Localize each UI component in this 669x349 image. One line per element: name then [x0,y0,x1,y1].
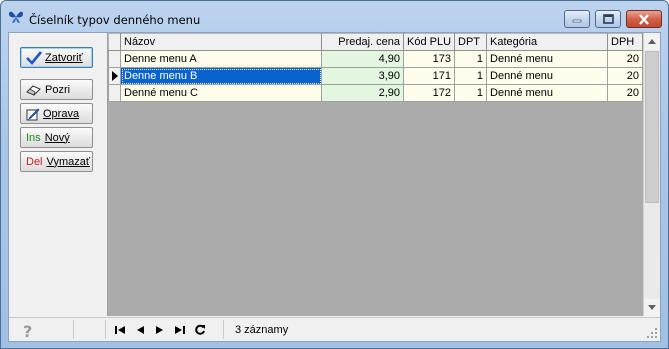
prev-record-button[interactable] [133,323,147,337]
edit-pencil-icon [26,107,40,121]
menu-types-table: Názov Predaj. cena Kód PLU DPT Kategória… [108,33,644,102]
maximize-icon [602,14,614,24]
cell-category[interactable]: Denné menu [486,50,609,68]
close-button[interactable]: Zatvoriť [20,47,93,68]
cell-name[interactable]: Denne menu A [120,50,322,68]
cell-dpt[interactable]: 1 [454,84,488,102]
refresh-icon [195,324,205,335]
next-record-icon [156,326,163,334]
status-bar: ? 3 záznamy [9,317,660,341]
checkmark-icon [26,50,42,65]
vertical-scrollbar[interactable] [643,33,660,316]
new-button-label: Nový [44,131,70,144]
cell-category[interactable]: Denné menu [486,84,609,102]
minimize-icon [572,19,582,23]
scroll-down-icon [648,305,656,310]
column-header-name[interactable]: Názov [120,33,322,51]
row-indicator [108,50,121,68]
close-window-button[interactable] [626,10,662,28]
row-pointer-icon [111,71,118,81]
delete-button-label: Vymazať [46,155,90,168]
cell-plu[interactable]: 171 [402,67,456,85]
column-header-dpt[interactable]: DPT [454,33,488,51]
delete-button[interactable]: Del Vymazať [20,151,93,172]
view-button-label: Pozri [45,83,71,96]
minimize-button[interactable] [564,10,590,28]
cell-price[interactable]: 2,90 [321,84,404,102]
last-record-icon [175,326,185,334]
cell-vat[interactable]: 20 [607,84,644,102]
close-button-label: Zatvoriť [45,51,83,64]
cell-vat[interactable]: 20 [607,67,644,85]
close-icon [639,13,649,25]
scroll-thumb[interactable] [645,51,659,203]
ins-shortcut-label: Ins [26,131,41,144]
row-indicator [108,84,121,102]
cell-dpt[interactable]: 1 [454,67,488,85]
header-row: Názov Predaj. cena Kód PLU DPT Kategória… [108,33,644,51]
help-icon[interactable]: ? [23,322,32,341]
view-button[interactable]: Pozri [20,79,93,100]
table-row-selected[interactable]: Denne menu B 3,90 171 1 Denné menu 20 [108,67,644,85]
maximize-button[interactable] [595,10,621,28]
title-bar[interactable]: Číselník typov denného menu [1,1,668,31]
del-shortcut-label: Del [26,155,43,168]
cell-category[interactable]: Denné menu [486,67,609,85]
status-separator [105,320,106,339]
cell-vat[interactable]: 20 [607,50,644,68]
prev-record-icon [137,326,144,334]
first-record-button[interactable] [113,323,127,337]
window-title: Číselník typov denného menu [29,13,201,27]
cell-price[interactable]: 3,90 [321,67,404,85]
new-button[interactable]: Ins Nový [20,127,93,148]
cell-plu[interactable]: 173 [402,50,456,68]
butterfly-icon [9,11,23,23]
next-record-button[interactable] [153,323,167,337]
current-row-indicator [108,67,121,85]
column-header-price[interactable]: Predaj. cena [321,33,404,51]
cell-price[interactable]: 4,90 [321,50,404,68]
column-header-category[interactable]: Kategória [486,33,609,51]
row-indicator-header [108,33,121,51]
edit-button-label: Oprava [43,107,80,120]
cell-dpt[interactable]: 1 [454,50,488,68]
data-grid[interactable]: Názov Predaj. cena Kód PLU DPT Kategória… [107,33,660,316]
column-header-plu[interactable]: Kód PLU [402,33,456,51]
cell-name[interactable]: Denné menu C [120,84,322,102]
status-separator [223,320,224,339]
last-record-button[interactable] [173,323,187,337]
edit-button[interactable]: Oprava [20,103,93,124]
cell-plu[interactable]: 172 [402,84,456,102]
main-window: Číselník typov denného menu Zatvoriť Poz [0,0,669,349]
eraser-icon [26,84,42,96]
record-count: 3 záznamy [235,324,289,336]
first-record-icon [115,326,125,334]
column-header-vat[interactable]: DPH [607,33,644,51]
scroll-up-button[interactable] [644,33,660,50]
refresh-button[interactable] [193,323,207,337]
table-row[interactable]: Denné menu C 2,90 172 1 Denné menu 20 [108,84,644,102]
client-area: Zatvoriť Pozri Oprava Ins Nový Del Vymaz… [8,32,661,342]
scroll-up-icon [648,39,656,44]
resize-grip-icon[interactable] [646,327,658,339]
cell-name[interactable]: Denne menu B [120,67,322,85]
table-row[interactable]: Denne menu A 4,90 173 1 Denné menu 20 [108,50,644,68]
status-separator [73,320,74,339]
scroll-down-button[interactable] [644,299,660,316]
action-toolbar: Zatvoriť Pozri Oprava Ins Nový Del Vymaz… [9,33,107,316]
